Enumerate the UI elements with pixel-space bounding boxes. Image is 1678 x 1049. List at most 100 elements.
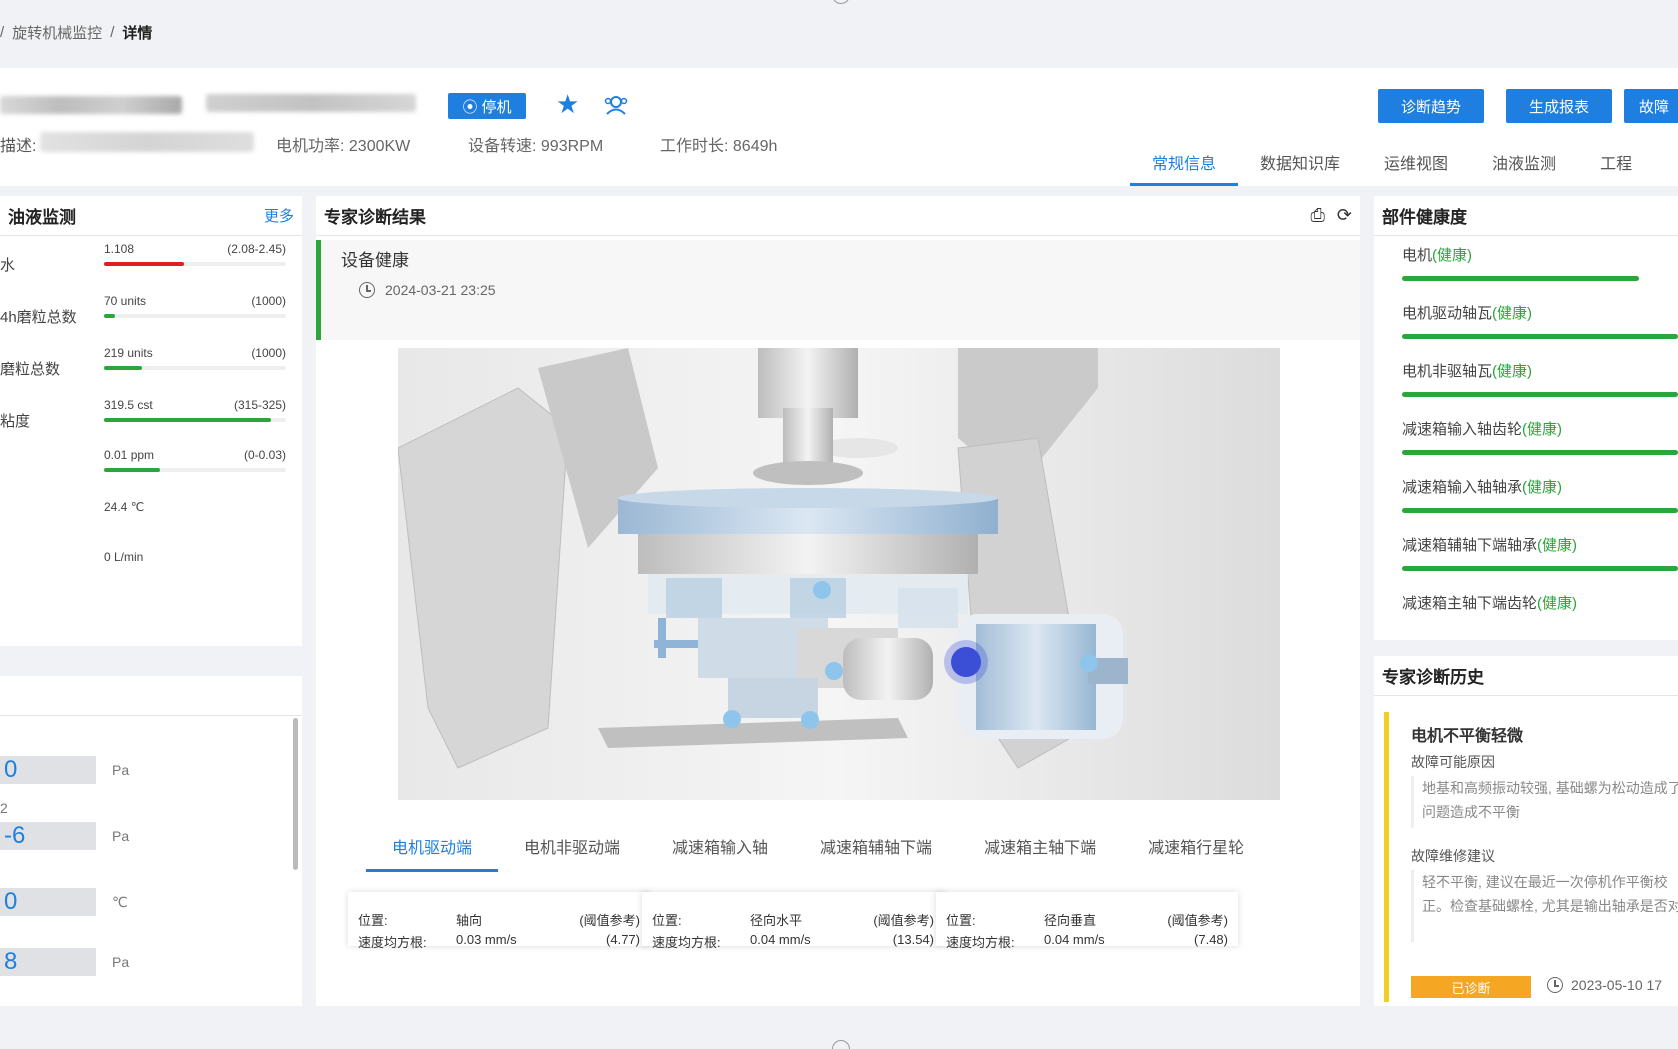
position-value: 径向垂直 xyxy=(1044,913,1097,928)
sensor-row: 0 ℃ xyxy=(0,888,300,916)
part-health-title: 部件健康度 xyxy=(1382,208,1467,227)
diagnosis-history-panel: 专家诊断历史 电机不平衡轻微 故障可能原因 地基和高频振动较强, 基础螺为松动造… xyxy=(1374,656,1678,1006)
result-time: 2024-03-21 23:25 xyxy=(359,282,496,298)
oil-panel-header: 油液监测 更多 xyxy=(0,196,302,236)
tab-knowledge-base[interactable]: 数据知识库 xyxy=(1238,138,1362,186)
sensor-value-field[interactable]: 0 xyxy=(0,888,96,916)
part-health-item[interactable]: 减速箱辅轴下端轴承(健康) xyxy=(1402,534,1678,571)
card-row-velocity: 速度均方根: 0.04 mm/s (13.54) xyxy=(652,932,934,951)
part-name: 电机非驱轴瓦(健康) xyxy=(1402,360,1678,381)
metric-fill xyxy=(104,468,161,472)
breadcrumb-parent[interactable]: 旋转机械监控 xyxy=(12,22,102,43)
refresh-icon[interactable]: ⟳ xyxy=(1337,205,1352,226)
velocity-label: 速度均方根: xyxy=(652,935,721,950)
diagnosis-header: 专家诊断结果 ⎙ ⟳ xyxy=(316,196,1360,236)
history-time-text: 2023-05-10 17 xyxy=(1571,977,1663,993)
oil-panel-title: 油液监测 xyxy=(8,208,76,227)
part-health-header: 部件健康度 xyxy=(1374,196,1678,236)
tab-gearbox-planet-gear[interactable]: 减速箱行星轮 xyxy=(1122,820,1270,872)
oil-monitor-panel: 油液监测 更多 水 1.108 (2.08-2.45) 4h磨粒总数 70 units (… xyxy=(0,196,302,646)
motor-power: 电机功率: 2300KW xyxy=(276,138,411,155)
top-handle xyxy=(832,0,850,4)
threshold-label: (阈值参考) xyxy=(1167,913,1228,928)
part-label: 电机非驱轴瓦 xyxy=(1402,363,1493,380)
print-icon[interactable]: ⎙ xyxy=(1311,205,1325,226)
metric-value: 0 L/min xyxy=(104,550,144,564)
vibration-card[interactable]: 位置: 径向水平 (阈值参考) 速度均方根: 0.04 mm/s (13.54) xyxy=(642,892,944,950)
velocity-value: 0.04 mm/s xyxy=(750,932,811,947)
part-status: (健康) xyxy=(1522,479,1563,496)
history-entry-title: 电机不平衡轻微 xyxy=(1411,728,1524,745)
tab-engineering[interactable]: 工程 xyxy=(1578,138,1654,186)
part-name: 减速箱输入轴轴承(健康) xyxy=(1402,476,1678,497)
sensor-value-field[interactable]: 8 xyxy=(0,948,96,976)
part-health-item[interactable]: 电机驱动轴瓦(健康) xyxy=(1402,302,1678,339)
part-health-item[interactable]: 电机(健康) xyxy=(1402,244,1678,281)
tab-oil-monitor[interactable]: 油液监测 xyxy=(1470,138,1578,186)
diagnosed-tag: 已诊断 xyxy=(1411,976,1531,998)
diagnosis-trend-button[interactable]: 诊断趋势 xyxy=(1378,89,1484,123)
part-name: 电机驱动轴瓦(健康) xyxy=(1402,302,1678,323)
generate-report-button[interactable]: 生成报表 xyxy=(1506,89,1612,123)
tab-general-info[interactable]: 常规信息 xyxy=(1130,138,1239,186)
tab-ops-view[interactable]: 运维视图 xyxy=(1362,138,1470,186)
gearbox-model xyxy=(398,348,1128,769)
card-row-position: 位置: 径向水平 (阈值参考) xyxy=(652,910,934,929)
part-name: 电机(健康) xyxy=(1402,244,1678,265)
part-health-bar xyxy=(1402,508,1678,513)
metric-track xyxy=(104,314,286,318)
tab-gearbox-main-shaft-lower[interactable]: 减速箱主轴下端 xyxy=(958,820,1122,872)
part-label: 减速箱输入轴轴承 xyxy=(1402,479,1523,496)
metric-name: 4h磨粒总数 xyxy=(0,309,77,326)
vibration-card[interactable]: 位置: 轴向 (阈值参考) 速度均方根: 0.03 mm/s (4.77) xyxy=(348,892,650,950)
advice-text: 轻不平衡, 建议在最近一次停机作平衡校正。检查基础螺栓, 尤其是输出轴承是否对 xyxy=(1411,870,1678,942)
sensor-value-field[interactable]: 0 xyxy=(0,756,96,784)
history-entry[interactable]: 电机不平衡轻微 故障可能原因 地基和高频振动较强, 基础螺为松动造成了问题造成不… xyxy=(1384,712,1678,1002)
sensor-value-field[interactable]: -6 xyxy=(0,822,96,850)
sensor-unit: Pa xyxy=(112,954,130,970)
cause-label: 故障可能原因 xyxy=(1411,754,1495,770)
part-health-item[interactable]: 电机非驱轴瓦(健康) xyxy=(1402,360,1678,397)
user-group-icon[interactable] xyxy=(604,94,628,116)
part-name: 减速箱主轴下端齿轮(健康) xyxy=(1402,592,1678,613)
tab-gearbox-input-shaft[interactable]: 减速箱输入轴 xyxy=(646,820,794,872)
sensor-label: 2 xyxy=(0,800,8,816)
advice-label: 故障维修建议 xyxy=(1411,848,1495,864)
metric-track xyxy=(104,468,286,472)
star-icon[interactable]: ★ xyxy=(556,91,579,117)
history-title: 专家诊断历史 xyxy=(1382,668,1484,687)
sensor-scrollbar[interactable] xyxy=(293,718,298,870)
threshold-label: (阈值参考) xyxy=(579,913,640,928)
more-link[interactable]: 更多 xyxy=(264,205,294,226)
metric-fill xyxy=(104,418,272,422)
metric-track xyxy=(104,366,286,370)
tab-motor-non-drive-end[interactable]: 电机非驱动端 xyxy=(498,820,646,872)
tab-motor-drive-end[interactable]: 电机驱动端 xyxy=(366,820,499,872)
part-health-bar xyxy=(1402,450,1678,455)
diagnosis-result: 设备健康 2024-03-21 23:25 xyxy=(316,240,1360,340)
cause-text: 地基和高频振动较强, 基础螺为松动造成了问题造成不平衡 xyxy=(1411,776,1678,828)
fault-button[interactable]: 故障 xyxy=(1624,89,1678,123)
metric-range: (1000) xyxy=(251,294,286,308)
card-row-position: 位置: 径向垂直 (阈值参考) xyxy=(946,910,1228,929)
metric-fill xyxy=(104,262,185,266)
position-label: 位置: xyxy=(358,913,388,928)
device-name-redacted xyxy=(0,96,182,114)
diagnosis-title: 专家诊断结果 xyxy=(324,208,426,227)
vibration-card[interactable]: 位置: 径向垂直 (阈值参考) 速度均方根: 0.04 mm/s (7.48) xyxy=(936,892,1238,950)
part-health-item[interactable]: 减速箱主轴下端齿轮(健康) xyxy=(1402,592,1678,613)
part-health-item[interactable]: 减速箱输入轴齿轮(健康) xyxy=(1402,418,1678,455)
diagnosis-panel: 专家诊断结果 ⎙ ⟳ 设备健康 2024-03-21 23:25 电机驱动端 电… xyxy=(316,196,1360,1006)
velocity-value: 0.03 mm/s xyxy=(456,932,517,947)
breadcrumb-sep: / xyxy=(110,23,115,41)
sensor-unit: Pa xyxy=(112,762,130,778)
metric-value: 70 units xyxy=(104,294,147,308)
part-health-item[interactable]: 减速箱输入轴轴承(健康) xyxy=(1402,476,1678,513)
device-code-redacted xyxy=(206,94,416,112)
tab-gearbox-aux-shaft-lower[interactable]: 减速箱辅轴下端 xyxy=(794,820,958,872)
metric-range: (0-0.03) xyxy=(243,448,286,462)
sensor-row: 0 Pa xyxy=(0,756,300,784)
history-time: 2023-05-10 17 xyxy=(1547,977,1662,993)
work-hours: 工作时长: 8649h xyxy=(660,138,778,155)
gearbox-3d-view[interactable] xyxy=(398,348,1280,800)
